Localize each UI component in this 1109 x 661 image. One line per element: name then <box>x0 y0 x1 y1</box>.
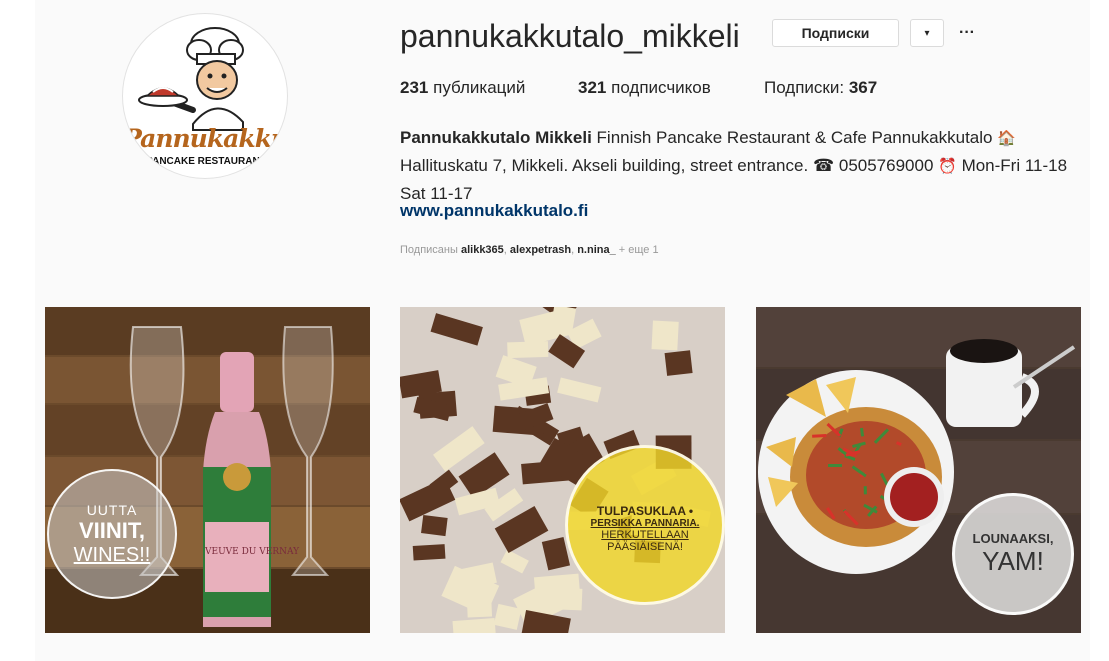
following-label: Подписки: <box>764 78 845 97</box>
logo-script-text: Pannukakkutalo <box>123 124 288 153</box>
chocolate-chunk <box>533 573 582 610</box>
badge-line: VIINIT, <box>78 517 145 543</box>
suggestions-dropdown-button[interactable]: ▾ <box>910 19 944 47</box>
salad-leaf <box>860 427 865 437</box>
chocolate-chunk <box>412 544 446 561</box>
badge-line: YAM! <box>982 546 1044 576</box>
chocolate-chunk <box>421 514 448 537</box>
bio-phone: 0505769000 <box>838 156 934 175</box>
followed-by-prefix: Подписаны <box>400 244 458 256</box>
bio-text-2: Hallituskatu 7, Mikkeli. Akseli building… <box>400 156 809 175</box>
followers-stat[interactable]: 321 подписчиков <box>578 78 711 98</box>
more-options-button[interactable]: ··· <box>955 19 979 47</box>
chocolate-chunk <box>664 350 693 376</box>
following-count: 367 <box>848 78 878 97</box>
website-link[interactable]: www.pannukakkutalo.fi <box>400 201 588 221</box>
badge-line: PÄÄSIÄISENÄ! <box>607 540 683 553</box>
chocolate-chunk <box>507 341 549 359</box>
badge-line: PERSIKKA PANNARIA. <box>590 517 700 529</box>
ellipsis-icon: ··· <box>959 24 975 41</box>
post-thumbnail[interactable]: TULPASUKLAA • PERSIKKA PANNARIA. HERKUTE… <box>400 307 725 633</box>
posts-count-stat: 231 публикаций <box>400 78 525 98</box>
badge-line: LOUNAAKSI, <box>972 531 1054 546</box>
clock-icon: ⏰ <box>938 158 957 175</box>
post-badge: LOUNAAKSI, YAM! <box>952 493 1074 615</box>
salad-leaf <box>812 434 827 438</box>
bio-name: Pannukakkutalo Mikkeli <box>400 128 592 147</box>
bottle-label: VEUVE DU VERNAY <box>205 547 300 557</box>
post-badge: TULPASUKLAA • PERSIKKA PANNARIA. HERKUTE… <box>565 445 725 605</box>
profile-username: pannukakkutalo_mikkeli <box>400 18 740 54</box>
posts-label: публикаций <box>433 78 526 97</box>
badge-line: UUTTA <box>86 501 138 518</box>
post-thumbnail[interactable]: LOUNAAKSI, YAM! <box>756 307 1081 633</box>
salad-leaf <box>895 441 902 446</box>
followed-by-more[interactable]: + еще 1 <box>619 244 659 256</box>
followers-count: 321 <box>578 78 607 97</box>
chevron-down-icon: ▾ <box>924 27 930 39</box>
posts-count: 231 <box>400 78 429 97</box>
chocolate-chunk <box>651 320 679 351</box>
followed-by: Подписаны alikk365, alexpetrash, n.nina_… <box>400 244 659 256</box>
post-badge: UUTTA VIINIT, WINES!! <box>47 469 177 599</box>
post-thumbnail[interactable]: VEUVE DU VERNAY UUTTA VIINIT, WINES!! <box>45 307 370 633</box>
follower-link[interactable]: alikk365 <box>461 244 504 256</box>
phone-icon: ☎ <box>812 156 835 175</box>
following-stat[interactable]: Подписки: 367 <box>764 78 877 98</box>
following-button[interactable]: Подписки <box>772 19 899 47</box>
badge-line: HERKUTELLAAN <box>601 528 689 541</box>
follower-link[interactable]: alexpetrash <box>510 244 571 256</box>
profile-avatar[interactable]: Pannukakkutalo PANCAKE RESTAURANT <box>122 13 288 179</box>
logo-subtitle: PANCAKE RESTAURANT <box>146 156 266 167</box>
chef-illustration <box>138 27 244 131</box>
profile-bio: Pannukakkutalo Mikkeli Finnish Pancake R… <box>400 124 1080 207</box>
badge-line: TULPASUKLAA • <box>596 503 694 518</box>
follower-link[interactable]: n.nina_ <box>577 244 616 256</box>
bio-text-1: Finnish Pancake Restaurant & Cafe Pannuk… <box>596 128 993 147</box>
chocolate-chunk <box>550 307 577 333</box>
followers-label: подписчиков <box>611 78 711 97</box>
house-icon: 🏠 <box>997 130 1016 147</box>
badge-line: WINES!! <box>73 543 151 566</box>
